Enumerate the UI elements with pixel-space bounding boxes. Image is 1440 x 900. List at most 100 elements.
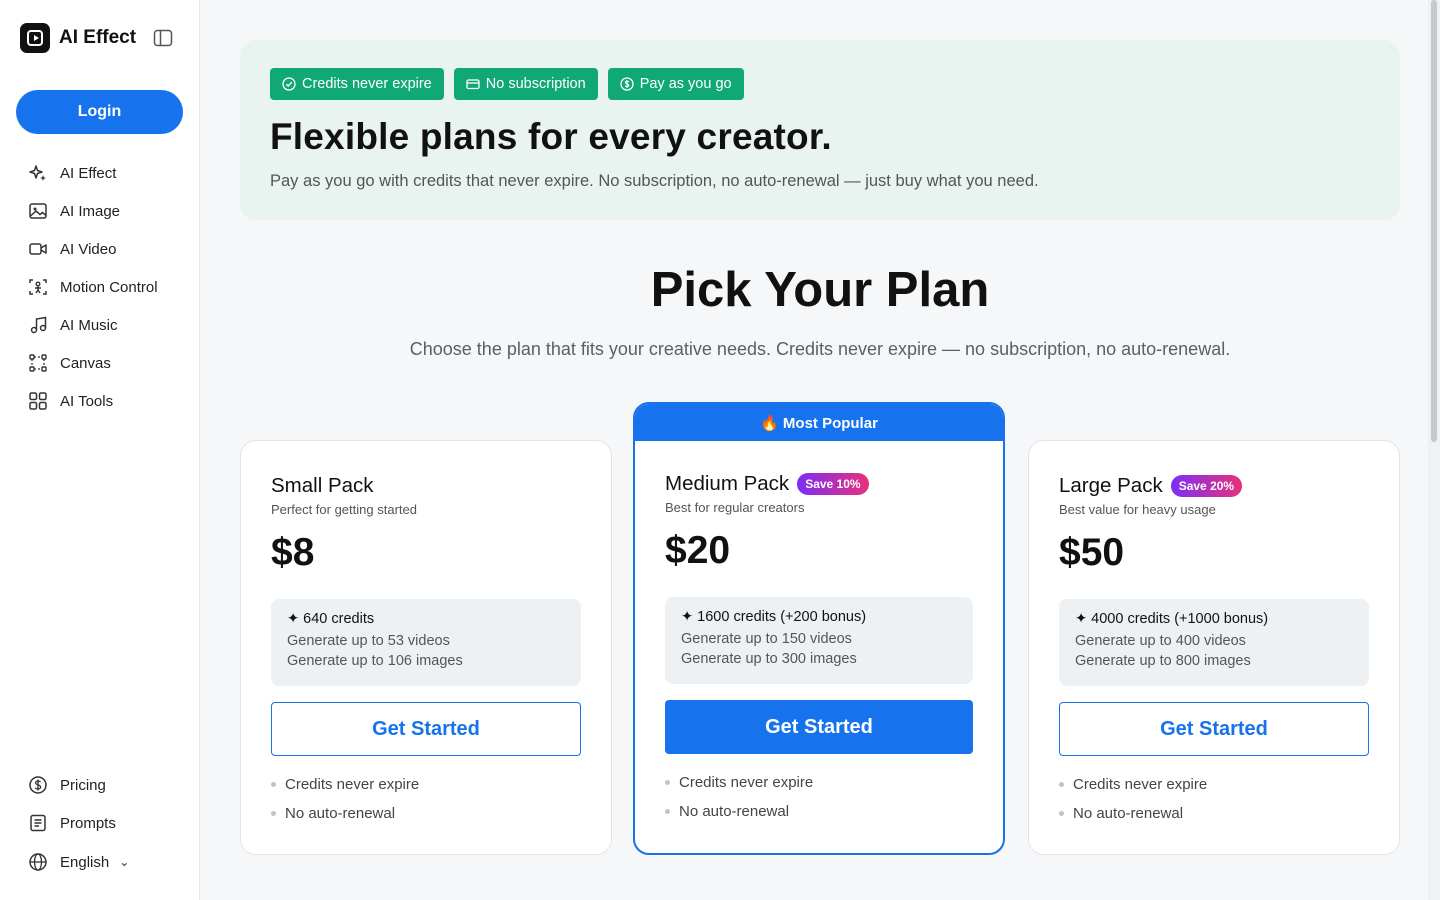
sidebar-item-label: AI Image xyxy=(60,202,121,220)
image-icon xyxy=(29,203,47,219)
sidebar-item-label: AI Video xyxy=(60,240,117,258)
badge-label: Pay as you go xyxy=(639,76,732,92)
badge-pay-as-you-go: Pay as you go xyxy=(607,68,744,100)
bullet-item: Credits never expire xyxy=(1059,770,1369,799)
sidebar: AI Effect Login AI Effect AI Image AI Vi… xyxy=(0,0,200,900)
plan-videos: Generate up to 53 videos xyxy=(287,633,450,649)
hero-title: Flexible plans for every creator. xyxy=(270,116,832,157)
plan-name: Small Pack xyxy=(271,474,374,497)
globe-icon xyxy=(29,853,47,871)
plans-title: Pick Your Plan xyxy=(650,263,990,317)
credit-card-icon xyxy=(466,79,480,90)
plan-description: Best value for heavy usage xyxy=(1059,502,1216,517)
bullet-text: No auto-renewal xyxy=(285,805,396,822)
plan-images: Generate up to 106 images xyxy=(287,653,463,669)
sidebar-item-label: Motion Control xyxy=(60,278,158,296)
bullet-dot-icon xyxy=(1059,811,1064,816)
plans-subtitle: Choose the plan that fits your creative … xyxy=(409,339,1231,359)
hero-badges: Credits never expire No subscription Pay… xyxy=(270,68,744,100)
scrollbar-thumb[interactable] xyxy=(1431,0,1437,442)
bullet-item: No auto-renewal xyxy=(1059,799,1369,828)
badge-label: Credits never expire xyxy=(302,76,432,92)
login-button[interactable]: Login xyxy=(16,90,183,134)
sidebar-item-prompts[interactable]: Prompts xyxy=(0,804,200,842)
bullet-dot-icon xyxy=(271,811,276,816)
pricing-label: Pricing xyxy=(60,776,106,794)
get-started-button[interactable]: Get Started xyxy=(665,700,973,754)
plan-credits: ✦ 4000 credits (+1000 bonus) xyxy=(1075,611,1269,627)
plan-videos: Generate up to 400 videos xyxy=(1075,633,1246,649)
badge-credits-never-expire: Credits never expire xyxy=(270,68,444,100)
plan-features: ✦ 640 credits Generate up to 53 videos G… xyxy=(271,599,581,686)
sidebar-item-pricing[interactable]: Pricing xyxy=(0,766,200,804)
badge-no-subscription: No subscription xyxy=(453,68,598,100)
plan-card-large: Large Pack Save 20% Best value for heavy… xyxy=(1028,440,1400,855)
save-badge: Save 10% xyxy=(797,473,869,495)
music-icon xyxy=(30,316,47,334)
plan-images: Generate up to 800 images xyxy=(1075,653,1251,669)
plan-price: $50 xyxy=(1059,531,1125,574)
hero-subtitle: Pay as you go with credits that never ex… xyxy=(270,172,1039,190)
bullet-text: No auto-renewal xyxy=(1073,805,1184,822)
brand-name: AI Effect xyxy=(59,27,137,48)
logo-icon xyxy=(20,23,50,53)
language-selector[interactable]: English ⌄ xyxy=(0,842,200,882)
document-icon xyxy=(30,814,46,832)
get-started-button[interactable]: Get Started xyxy=(1059,702,1369,756)
bullet-item: No auto-renewal xyxy=(271,799,581,828)
plan-videos: Generate up to 150 videos xyxy=(681,631,852,647)
main-content: Credits never expire No subscription Pay… xyxy=(200,0,1428,900)
sidebar-item-label: AI Music xyxy=(60,316,118,334)
plan-name: Large Pack xyxy=(1059,474,1163,497)
plan-card-small: Small Pack Perfect for getting started $… xyxy=(240,440,612,855)
plan-price: $20 xyxy=(665,529,731,572)
sidebar-item-label: AI Tools xyxy=(60,392,114,410)
plan-features: ✦ 4000 credits (+1000 bonus) Generate up… xyxy=(1059,599,1369,686)
sidebar-item-ai-effect[interactable]: AI Effect xyxy=(0,154,200,192)
page-scrollbar[interactable] xyxy=(1428,0,1440,900)
bullet-item: No auto-renewal xyxy=(665,797,973,826)
bullet-dot-icon xyxy=(271,782,276,787)
sidebar-item-motion-control[interactable]: Motion Control xyxy=(0,268,200,306)
plan-description: Perfect for getting started xyxy=(271,502,417,517)
badge-label: No subscription xyxy=(485,76,586,92)
motion-icon xyxy=(29,279,47,295)
video-icon xyxy=(29,243,47,255)
sidebar-toggle-icon[interactable] xyxy=(153,29,173,47)
check-circle-icon xyxy=(282,77,296,91)
hero-banner: Credits never expire No subscription Pay… xyxy=(240,40,1400,220)
bullet-dot-icon xyxy=(665,780,670,785)
bullet-item: Credits never expire xyxy=(271,770,581,799)
sidebar-footer: Pricing Prompts English ⌄ xyxy=(0,766,200,882)
plan-description: Best for regular creators xyxy=(665,500,805,515)
save-badge: Save 20% xyxy=(1170,475,1243,497)
most-popular-ribbon: 🔥 Most Popular xyxy=(635,404,1003,441)
get-started-button[interactable]: Get Started xyxy=(271,702,581,756)
bullet-text: Credits never expire xyxy=(1073,776,1208,793)
grid-icon xyxy=(29,392,47,410)
dollar-circle-icon xyxy=(29,776,47,794)
sidebar-item-ai-video[interactable]: AI Video xyxy=(0,230,200,268)
plan-price: $8 xyxy=(271,531,315,574)
plan-credits: ✦ 640 credits xyxy=(287,611,375,627)
sidebar-nav: AI Effect AI Image AI Video Motion Contr… xyxy=(0,154,200,420)
bullet-dot-icon xyxy=(1059,782,1064,787)
language-label: English xyxy=(60,853,110,871)
canvas-icon xyxy=(29,354,47,372)
bullet-dot-icon xyxy=(665,809,670,814)
sidebar-item-ai-image[interactable]: AI Image xyxy=(0,192,200,230)
sidebar-item-ai-tools[interactable]: AI Tools xyxy=(0,382,200,420)
sidebar-item-ai-music[interactable]: AI Music xyxy=(0,306,200,344)
sparkles-icon xyxy=(29,165,46,181)
plan-card-medium: 🔥 Most Popular Medium Pack Save 10% Best… xyxy=(633,402,1005,855)
bullet-item: Credits never expire xyxy=(665,768,973,797)
plan-images: Generate up to 300 images xyxy=(681,651,857,667)
plan-features: ✦ 1600 credits (+200 bonus) Generate up … xyxy=(665,597,973,684)
plan-credits: ✦ 1600 credits (+200 bonus) xyxy=(681,609,867,625)
bullet-text: Credits never expire xyxy=(285,776,420,793)
chevron-down-icon: ⌄ xyxy=(119,855,130,869)
brand[interactable]: AI Effect xyxy=(20,23,136,53)
sidebar-item-canvas[interactable]: Canvas xyxy=(0,344,200,382)
sidebar-item-label: AI Effect xyxy=(60,164,117,182)
plan-name: Medium Pack xyxy=(665,472,790,495)
